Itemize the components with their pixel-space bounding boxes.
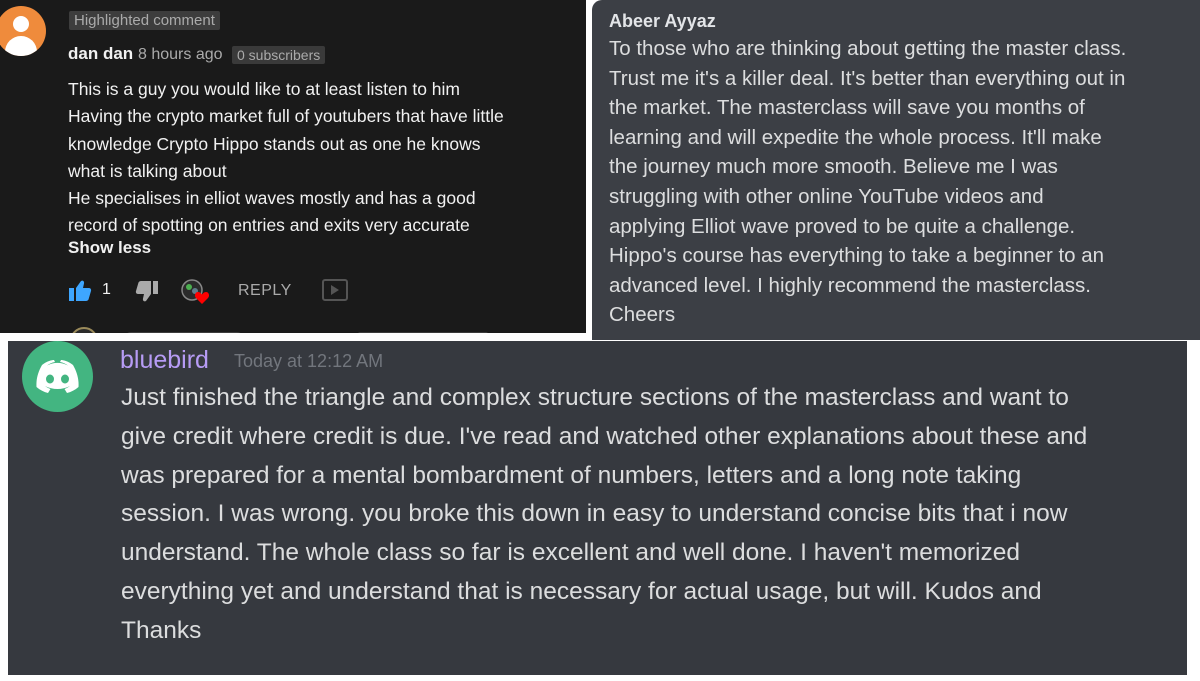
subscriber-count-badge: 0 subscribers <box>232 46 326 64</box>
thumbs-up-icon[interactable] <box>68 280 92 307</box>
creator-heart-icon[interactable] <box>180 278 212 311</box>
message-line: session. I was wrong. you broke this dow… <box>121 500 1068 528</box>
comment-line: This is a guy you would like to at least… <box>68 79 460 99</box>
comment-line: record of spotting on entries and exits … <box>68 215 470 236</box>
show-less-button[interactable]: Show less <box>68 238 151 258</box>
highlighted-comment-badge: Highlighted comment <box>69 11 220 30</box>
comment-line: learning and will expedite the whole pro… <box>609 125 1102 149</box>
thumbs-down-icon[interactable] <box>135 280 159 307</box>
comment-author[interactable]: Abeer Ayyaz <box>609 11 716 32</box>
message-line: give credit where credit is due. I've re… <box>121 422 1088 450</box>
reply-button[interactable]: REPLY <box>238 282 292 300</box>
like-count: 1 <box>102 281 111 298</box>
comment-line: Cheers <box>609 303 676 327</box>
comment-author[interactable]: dan dan <box>68 44 133 64</box>
comment-line: Hippo's course has everything to take a … <box>609 244 1105 268</box>
reply-icon[interactable] <box>322 278 348 307</box>
discord-message-panel: bluebird Today at 12:12 AM Just finished… <box>8 341 1187 675</box>
comment-line: the market. The masterclass will save yo… <box>609 96 1085 120</box>
message-line: Thanks <box>121 616 202 644</box>
message-line: everything yet and understand that is ne… <box>121 577 1042 605</box>
comment-line: advanced level. I highly recommend the m… <box>609 273 1091 297</box>
message-line: Just finished the triangle and complex s… <box>121 384 1069 411</box>
discord-logo-icon[interactable] <box>22 341 93 412</box>
comment-line: applying Elliot wave proved to be quite … <box>609 214 1076 238</box>
testimonial-comment-panel: Abeer Ayyaz To those who are thinking ab… <box>592 0 1200 340</box>
comment-text: This is a guy you would like to at least… <box>68 76 568 240</box>
comment-timestamp[interactable]: 8 hours ago <box>138 46 223 64</box>
comment-line: knowledge Crypto Hippo stands out as one… <box>68 133 481 154</box>
comment-line: the journey much more smooth. Believe me… <box>609 155 1058 179</box>
comment-line: what is talking about <box>68 160 227 181</box>
comment-line: struggling with other online YouTube vid… <box>609 184 1044 208</box>
message-line: understand. The whole class so far is ex… <box>121 539 1020 567</box>
comment-line: Trust me it's a killer deal. It's better… <box>609 66 1126 90</box>
message-timestamp: Today at 12:12 AM <box>234 351 384 371</box>
message-line: was prepared for a mental bombardment of… <box>121 461 1022 489</box>
message-username[interactable]: bluebird <box>120 346 209 375</box>
next-comment-preview <box>72 327 488 333</box>
youtube-comment-panel: Highlighted comment dan dan 8 hours ago … <box>0 0 586 333</box>
comment-line: He specialises in elliot waves mostly an… <box>68 188 476 209</box>
user-avatar-icon[interactable] <box>0 6 46 56</box>
comment-line: Having the crypto market full of youtube… <box>68 106 504 127</box>
comment-text: To those who are thinking about getting … <box>609 34 1194 330</box>
comment-line: To those who are thinking about getting … <box>609 37 1127 60</box>
message-text: Just finished the triangle and complex s… <box>121 379 1181 651</box>
